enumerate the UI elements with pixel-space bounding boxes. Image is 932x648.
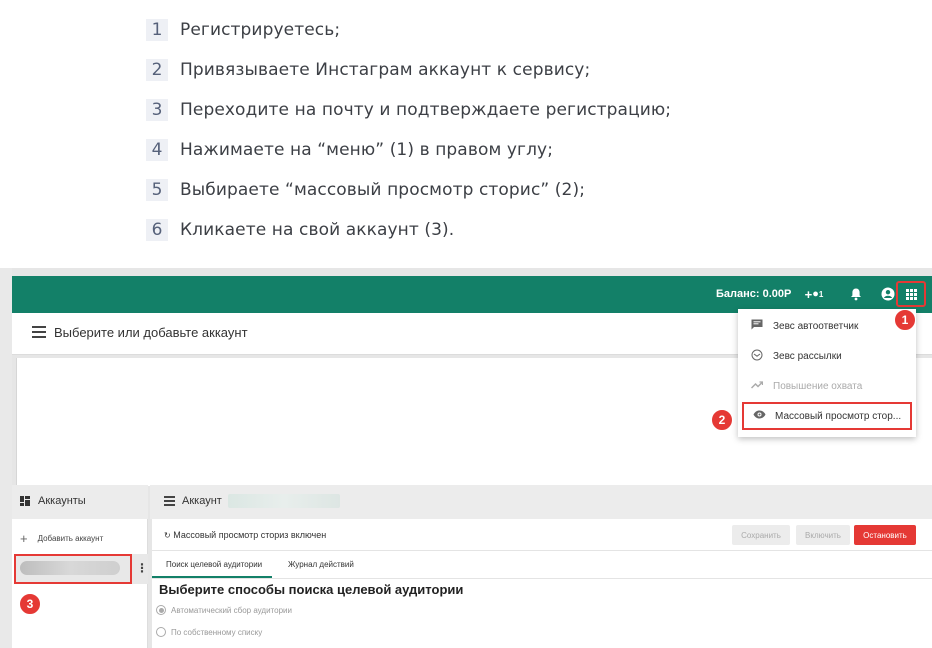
add-account-label: Добавить аккаунт [37,534,104,543]
active-tab-indicator [152,576,272,578]
add-user-badge: 1 [818,289,824,299]
account-header: Аккаунт [150,485,932,519]
app-screenshot: Баланс: 0.00Р + ● 1 Выберите или добавьте … [0,268,932,648]
account-main-panel: ↻ Массовый просмотр сториз включен Сохра… [152,519,932,648]
step-number: 4 [146,139,168,161]
menu-item-label: Зевс рассылки [773,350,842,362]
step-number: 1 [146,19,168,41]
menu-item-label: Повышение охвата [773,380,863,392]
step-text: Кликаете на свой аккаунт (3). [180,220,455,240]
eye-icon [751,410,767,422]
annotation-highlight-3 [14,554,132,584]
save-button[interactable]: Сохранить [732,525,790,545]
account-circle-icon[interactable] [878,284,898,304]
accounts-title: Аккаунты [38,495,86,507]
option-label: Автоматический сбор аудитории [171,605,292,615]
section-title: Выберите способы поиска целевой аудитори… [159,582,464,597]
account-title: Аккаунт [182,495,222,507]
step-number: 3 [146,99,168,121]
enable-button[interactable]: Включить [796,525,850,545]
step-item: 3 Переходите на почту и подтверждаете ре… [146,98,671,122]
add-user-icon[interactable]: + ● 1 [804,284,824,304]
stop-button[interactable]: Остановить [854,525,916,545]
step-number: 6 [146,219,168,241]
step-text: Выбираете “массовый просмотр сторис” (2)… [180,180,586,200]
trending-up-icon [749,380,765,392]
chat-icon [749,319,765,333]
menu-icon[interactable] [32,326,46,338]
status-label: Массовый просмотр сториз включен [173,530,327,540]
add-account-button[interactable]: + Добавить аккаунт [20,531,103,546]
annotation-badge-2: 2 [711,409,733,431]
step-text: Нажимаете на “меню” (1) в правом углу; [180,140,554,160]
loading-icon: ↻ [164,531,171,540]
step-item: 4 Нажимаете на “меню” (1) в правом углу; [146,138,553,162]
menu-item-reach-boost[interactable]: Повышение охвата [738,372,916,400]
step-item: 6 Кликаете на свой аккаунт (3). [146,218,454,242]
option-auto-collect[interactable]: Автоматический сбор аудитории [156,605,292,615]
accounts-header: Аккаунты [12,485,148,519]
plus-icon: + [20,531,28,546]
step-number: 5 [146,179,168,201]
menu-item-mass-story-view[interactable]: Массовый просмотр стор... [742,402,912,430]
top-bar: Баланс: 0.00Р + ● 1 [12,276,932,313]
status-row: ↻ Массовый просмотр сториз включен Сохра… [152,519,932,551]
more-vert-icon[interactable]: ⋮ [136,561,148,575]
step-item: 5 Выбираете “массовый просмотр сторис” (… [146,178,585,202]
tabs-row: Поиск целевой аудитории Журнал действий [152,551,932,579]
menu-item-label: Зевс автоответчик [773,320,859,332]
menu-item-autoresponder[interactable]: Зевс автоответчик [738,312,916,340]
step-text: Регистрируетесь; [180,20,341,40]
annotation-badge-3: 3 [19,593,41,615]
page-title: Выберите или добавьте аккаунт [54,325,248,340]
menu-icon[interactable] [164,496,175,506]
tab-audience-search[interactable]: Поиск целевой аудитории [166,560,262,569]
menu-item-mailings[interactable]: Зевс рассылки [738,342,916,370]
step-item: 2 Привязываете Инстаграм аккаунт к серви… [146,58,590,82]
tab-activity-log[interactable]: Журнал действий [288,560,354,569]
step-text: Переходите на почту и подтверждаете реги… [180,100,672,120]
accounts-sidebar: + Добавить аккаунт ⋮ [12,519,148,648]
bell-icon[interactable] [846,284,866,304]
menu-item-label: Массовый просмотр стор... [775,410,902,422]
account-name-blurred [228,494,340,508]
apps-dropdown-menu: Зевс автоответчик Зевс рассылки Повышени… [738,309,916,437]
dashboard-icon [20,496,30,509]
step-number: 2 [146,59,168,81]
account-list-item[interactable]: ⋮ [14,554,148,584]
apps-grid-icon [905,288,917,300]
step-item: 1 Регистрируетесь; [146,18,340,42]
left-edge [0,268,12,648]
annotation-badge-1: 1 [894,309,916,331]
balance-label[interactable]: Баланс: 0.00Р [716,288,791,300]
status-text: ↻ Массовый просмотр сториз включен [164,530,326,540]
radio-checked-icon[interactable] [156,605,166,615]
option-own-list[interactable]: По собственному списку [156,627,262,637]
option-label: По собственному списку [171,627,263,637]
step-text: Привязываете Инстаграм аккаунт к сервису… [180,60,591,80]
radio-unchecked-icon[interactable] [156,627,166,637]
apps-menu-button[interactable] [896,281,926,307]
mail-icon [749,349,765,364]
